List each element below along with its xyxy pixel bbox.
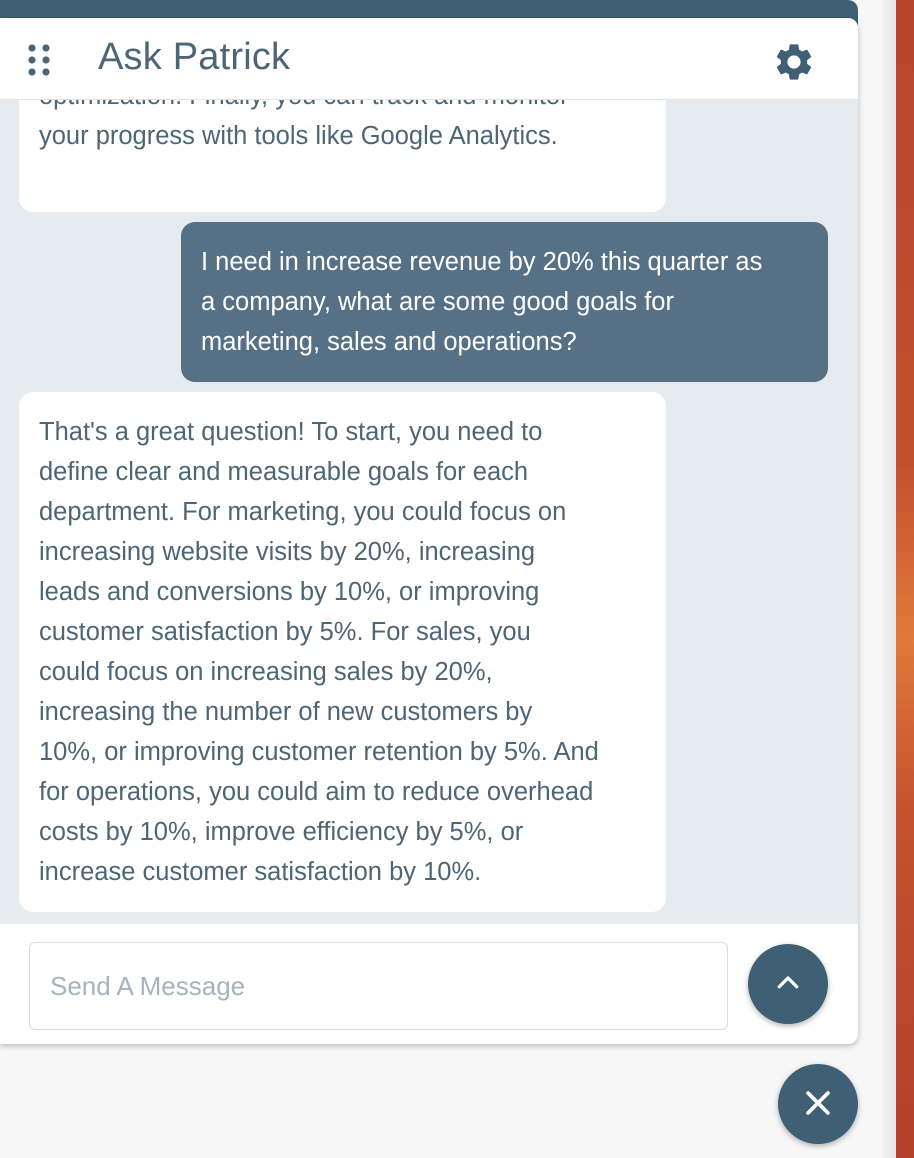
- message-composer: [0, 924, 858, 1044]
- message-line: marketing, sales and operations?: [201, 328, 577, 356]
- message-line: could focus on increasing sales by 20%,: [39, 658, 493, 686]
- drag-handle-icon[interactable]: [28, 44, 50, 76]
- message-line: 10%, or improving customer retention by …: [39, 738, 599, 766]
- message-line: optimization. Finally, you can track and…: [39, 100, 569, 116]
- chevron-up-icon: [773, 968, 803, 1001]
- bot-message: optimization. Finally, you can track and…: [19, 100, 666, 212]
- chat-title: Ask Patrick: [98, 36, 291, 78]
- desktop-wallpaper: [896, 0, 914, 1158]
- message-line: define clear and measurable goals for ea…: [39, 458, 529, 486]
- bot-message: That's a great question! To start, you n…: [19, 392, 666, 912]
- message-line: costs by 10%, improve efficiency by 5%, …: [39, 818, 524, 846]
- message-line: increase customer satisfaction by 10%.: [39, 858, 482, 886]
- message-input[interactable]: [29, 942, 728, 1030]
- message-line: I need in increase revenue by 20% this q…: [201, 248, 763, 276]
- chat-widget: Ask Patrick optimization. Finally, you c…: [0, 18, 858, 1044]
- user-message: I need in increase revenue by 20% this q…: [181, 222, 828, 382]
- message-line: leads and conversions by 10%, or improvi…: [39, 578, 540, 606]
- page: Ask Patrick optimization. Finally, you c…: [0, 0, 914, 1158]
- window-divider: [882, 0, 896, 1158]
- message-line: your progress with tools like Google Ana…: [39, 122, 558, 150]
- message-line: That's a great question! To start, you n…: [39, 418, 543, 446]
- message-line: customer satisfaction by 5%. For sales, …: [39, 618, 531, 646]
- close-chat-button[interactable]: [778, 1064, 858, 1144]
- message-line: increasing website visits by 20%, increa…: [39, 538, 536, 566]
- chat-header: Ask Patrick: [0, 18, 858, 100]
- message-line: for operations, you could aim to reduce …: [39, 778, 594, 806]
- message-list[interactable]: optimization. Finally, you can track and…: [0, 100, 858, 924]
- message-line: increasing the number of new customers b…: [39, 698, 533, 726]
- gear-icon[interactable]: [772, 40, 816, 84]
- close-icon: [801, 1086, 835, 1123]
- send-button[interactable]: [748, 944, 828, 1024]
- message-line: a company, what are some good goals for: [201, 288, 674, 316]
- message-line: department. For marketing, you could foc…: [39, 498, 567, 526]
